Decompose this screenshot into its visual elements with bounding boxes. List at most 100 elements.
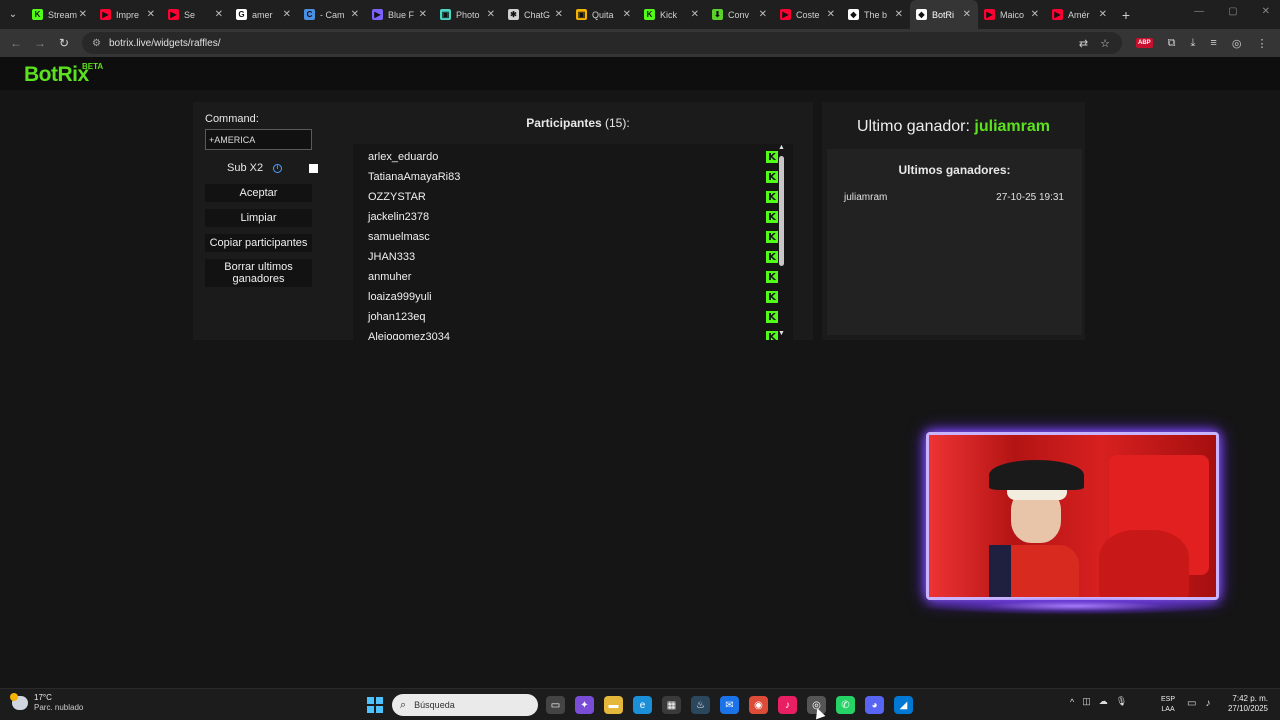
- tray-app-icon[interactable]: ◫: [1082, 696, 1091, 707]
- tab-close-icon[interactable]: ✕: [283, 9, 291, 20]
- info-icon[interactable]: i: [273, 163, 283, 173]
- store-icon[interactable]: ▦: [662, 696, 681, 714]
- scroll-down-arrow-icon[interactable]: ▼: [778, 330, 785, 337]
- download-icon[interactable]: ⤓: [1191, 37, 1196, 50]
- browser-tab[interactable]: ▶ Maico ✕: [978, 0, 1046, 29]
- webcam-frame: [926, 432, 1219, 600]
- tab-close-icon[interactable]: ✕: [895, 9, 903, 20]
- participant-row: johan123eq K: [368, 307, 778, 327]
- browser-tab[interactable]: ▣ Photo ✕: [434, 0, 502, 29]
- system-tray: ^ ◫ ☁ 🎙︎: [1070, 696, 1127, 707]
- tab-title: Conv: [728, 9, 750, 20]
- tab-close-icon[interactable]: ✕: [419, 9, 427, 20]
- scrollbar-thumb[interactable]: [779, 156, 784, 266]
- copilot-icon[interactable]: ✦: [575, 696, 594, 714]
- recent-winner-row: juliamram 27-10-25 19:31: [844, 192, 1064, 203]
- browser-tab[interactable]: ✱ ChatG ✕: [502, 0, 570, 29]
- translate-icon[interactable]: ⇄: [1079, 37, 1088, 50]
- tray-cloud-icon[interactable]: ☁: [1099, 696, 1108, 707]
- browser-tab[interactable]: K Stream ✕: [26, 0, 94, 29]
- tab-close-icon[interactable]: ✕: [623, 9, 631, 20]
- copy-participants-button[interactable]: Copiar participantes: [205, 234, 312, 252]
- media-icon[interactable]: ≡: [1210, 37, 1216, 49]
- new-tab-button[interactable]: +: [1114, 7, 1138, 23]
- close-window-icon[interactable]: ✕: [1262, 6, 1270, 17]
- browser-tab[interactable]: ▶ Impre ✕: [94, 0, 162, 29]
- tab-close-icon[interactable]: ✕: [1099, 9, 1107, 20]
- tab-close-icon[interactable]: ✕: [963, 9, 971, 20]
- menu-icon[interactable]: ⋮: [1256, 37, 1267, 50]
- participants-list[interactable]: Alejogomez3034 Kjohan123eq Kloaiza999yuli K…: [353, 144, 793, 340]
- profile-icon[interactable]: ◎: [1232, 37, 1242, 50]
- command-input[interactable]: [205, 129, 312, 150]
- site-info-icon[interactable]: ⚙: [92, 38, 101, 49]
- scroll-up-arrow-icon[interactable]: ▲: [778, 144, 785, 151]
- discord-icon[interactable]: ◕: [865, 696, 884, 714]
- botrix-logo[interactable]: BotRix: [24, 63, 89, 87]
- tab-close-icon[interactable]: ✕: [79, 9, 87, 20]
- site-header: BotRix BETA: [0, 57, 1280, 90]
- tab-title: amer: [252, 9, 273, 20]
- tab-close-icon[interactable]: ✕: [691, 9, 699, 20]
- bookmark-star-icon[interactable]: ☆: [1100, 37, 1110, 50]
- task-view-icon[interactable]: ▭: [546, 696, 565, 714]
- browser-tab[interactable]: ◆ BotRi ✕: [910, 0, 978, 29]
- delete-last-winners-button[interactable]: Borrar ultimos ganadores: [205, 259, 312, 287]
- file-explorer-icon[interactable]: ▬: [604, 696, 623, 714]
- participants-count: (15): [605, 116, 627, 130]
- browser-tab[interactable]: K Kick ✕: [638, 0, 706, 29]
- tab-close-icon[interactable]: ✕: [147, 9, 155, 20]
- tray-expand-icon[interactable]: ^: [1070, 697, 1074, 707]
- tab-close-icon[interactable]: ✕: [487, 9, 495, 20]
- edge-icon[interactable]: e: [633, 696, 652, 714]
- participants-scrollbar[interactable]: ▲ ▼: [778, 144, 785, 340]
- chrome-icon[interactable]: ◉: [749, 696, 768, 714]
- steam-icon[interactable]: ♨: [691, 696, 710, 714]
- tab-close-icon[interactable]: ✕: [1031, 9, 1039, 20]
- browser-tab[interactable]: Gamer ✕: [230, 0, 298, 29]
- tiktok-icon[interactable]: ♪: [778, 696, 797, 714]
- reload-icon[interactable]: ↻: [52, 36, 76, 50]
- tab-close-icon[interactable]: ✕: [215, 9, 223, 20]
- language-indicator[interactable]: ESP LAA: [1161, 695, 1175, 715]
- tab-strip: K Stream ✕ ▶ Impre ✕ ▶ Se ✕ Gamer ✕ C - Cam ✕ ▶ Blue F ✕…: [26, 0, 1114, 29]
- mail-icon[interactable]: ✉: [720, 696, 739, 714]
- adblock-icon[interactable]: ABP: [1136, 38, 1153, 48]
- accept-button[interactable]: Aceptar: [205, 184, 312, 202]
- forward-icon[interactable]: →: [28, 36, 52, 50]
- browser-tab[interactable]: C - Cam ✕: [298, 0, 366, 29]
- browser-tab[interactable]: ▣ Quita ✕: [570, 0, 638, 29]
- tab-favicon-icon: ▶: [100, 9, 111, 20]
- browser-tab[interactable]: ▶ Blue F ✕: [366, 0, 434, 29]
- sub-x2-checkbox[interactable]: [309, 163, 319, 173]
- browser-tab[interactable]: ◆ The b ✕: [842, 0, 910, 29]
- kick-icon: K: [766, 151, 778, 163]
- taskbar-search[interactable]: ⌕ Búsqueda: [392, 694, 538, 716]
- browser-tab[interactable]: ⬇ Conv ✕: [706, 0, 774, 29]
- app-icon[interactable]: ◢: [894, 696, 913, 714]
- quick-settings[interactable]: ▭ ♪: [1187, 698, 1210, 709]
- participants-colon: :: [626, 116, 630, 130]
- extensions-icon[interactable]: ⧉: [1168, 37, 1176, 50]
- tab-search-icon[interactable]: ⌄: [0, 0, 26, 29]
- clock[interactable]: 7:42 p. m. 27/10/2025: [1222, 694, 1268, 714]
- tab-close-icon[interactable]: ✕: [759, 9, 767, 20]
- tray-mic-icon[interactable]: 🎙︎: [1116, 696, 1127, 707]
- browser-tab[interactable]: ▶ Amér ✕: [1046, 0, 1114, 29]
- browser-tab[interactable]: ▶ Coste ✕: [774, 0, 842, 29]
- tab-close-icon[interactable]: ✕: [827, 9, 835, 20]
- back-icon[interactable]: ←: [4, 36, 28, 50]
- url-field[interactable]: ⚙ botrix.live/widgets/raffles/ ⇄ ☆: [82, 32, 1122, 54]
- weather-widget[interactable]: 17°C Parc. nublado: [10, 693, 83, 713]
- tab-close-icon[interactable]: ✕: [555, 9, 563, 20]
- clear-button[interactable]: Limpiar: [205, 209, 312, 227]
- browser-tab[interactable]: ▶ Se ✕: [162, 0, 230, 29]
- whatsapp-icon[interactable]: ✆: [836, 696, 855, 714]
- minimize-icon[interactable]: —: [1194, 6, 1204, 17]
- maximize-icon[interactable]: ▢: [1228, 6, 1237, 17]
- participant-row: jackelin2378 K: [368, 207, 778, 227]
- participant-name: JHAN333: [368, 251, 416, 263]
- winner-panel: Ultimo ganador: juliamram Ultimos ganado…: [822, 102, 1085, 340]
- tab-close-icon[interactable]: ✕: [351, 9, 359, 20]
- windows-start-icon[interactable]: [367, 697, 383, 713]
